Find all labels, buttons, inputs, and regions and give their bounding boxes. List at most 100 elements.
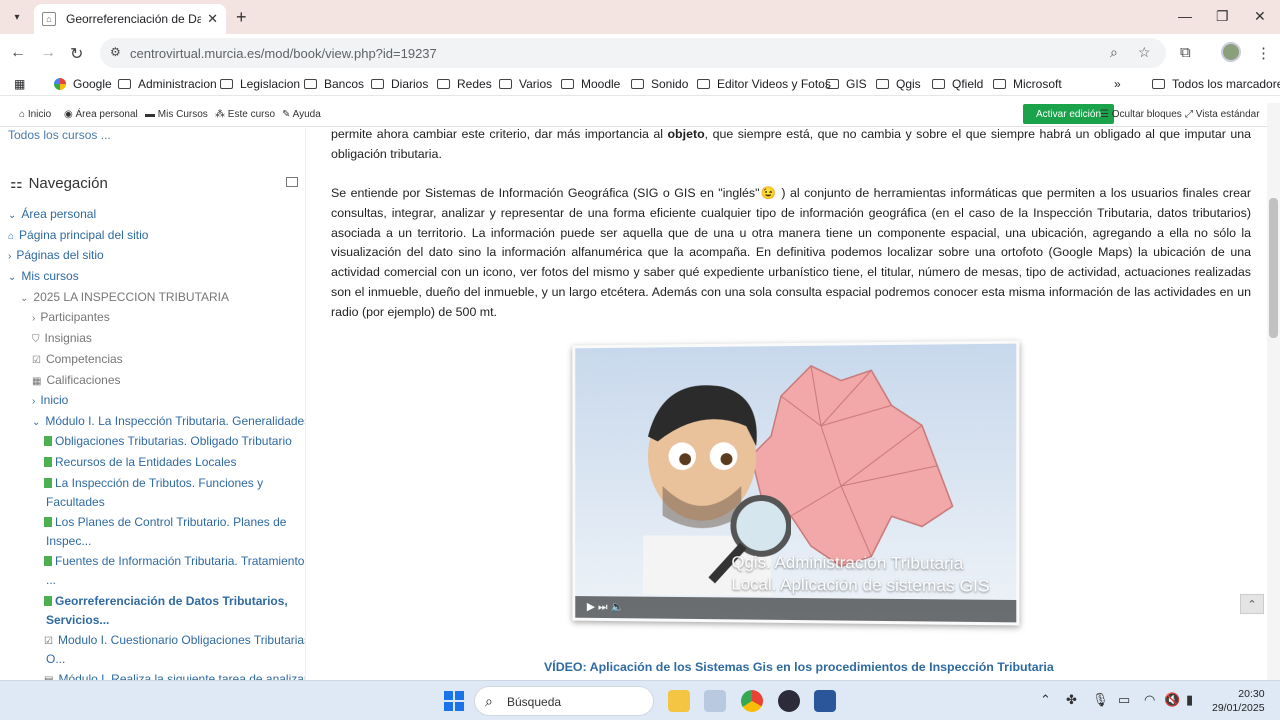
nav-inicio[interactable]: ⌂ Inicio [19,109,51,120]
sidebar-item-paginas-sitio[interactable]: › Páginas del sitio [8,248,104,262]
bookmark-sonido[interactable]: Sonido [631,77,688,91]
nav-este-curso[interactable]: ⁂ Este curso [215,109,275,120]
extensions-icon[interactable]: ⧉ [1180,44,1191,61]
tray-app-icon[interactable]: ✤ [1066,692,1077,708]
sidebar-item-inspeccion-tributos-cont[interactable]: Facultades [46,495,105,509]
bookmark-administracion[interactable]: Administracion [118,77,217,91]
sidebar-item-area-personal[interactable]: ⌄ Área personal [8,207,96,221]
bookmark-moodle[interactable]: Moodle [561,77,620,91]
sidebar-item-course[interactable]: ⌄ 2025 LA INSPECCION TRIBUTARIA [20,290,229,304]
windows-start-icon[interactable] [444,691,464,711]
page-scrollbar[interactable] [1267,103,1280,680]
sidebar-item-georreferenciacion-cont[interactable]: Servicios... [46,613,109,627]
nav-mis-cursos[interactable]: ▬ Mis Cursos [145,109,208,120]
page-favicon-icon: ⌂ [42,12,56,26]
bookmark-bancos[interactable]: Bancos [304,77,364,91]
system-clock[interactable]: 20:30 29/01/2025 [1212,687,1265,715]
vista-estandar-button[interactable]: ⤢ Vista estándar [1185,109,1260,120]
sidebar-item-planes-control[interactable]: Los Planes de Control Tributario. Planes… [44,515,286,529]
ocultar-bloques-button[interactable]: ☰ Ocultar bloques [1100,109,1182,120]
google-icon [54,78,66,90]
tab-search-icon[interactable]: ▾ [6,7,28,27]
sidebar-item-calificaciones[interactable]: ▦ Calificaciones [32,373,121,387]
all-bookmarks[interactable]: Todos los marcadores [1152,77,1280,91]
sidebar-item-planes-control-cont[interactable]: Inspec... [46,534,91,548]
tab-close-icon[interactable]: ✕ [207,11,218,27]
sidebar-item-competencias[interactable]: ☑ Competencias [32,352,123,366]
recorder-icon[interactable] [778,690,800,712]
wifi-icon[interactable]: ◠ [1144,692,1155,708]
active-tab[interactable]: ⌂ Georreferenciación de Datos Tributario… [34,4,226,34]
scrollbar-thumb[interactable] [1269,198,1278,338]
tab-strip: ▾ ⌂ Georreferenciación de Datos Tributar… [0,0,1280,34]
nav-area-personal[interactable]: ◉ Área personal [64,109,138,120]
apps-icon[interactable]: ▦ [14,77,25,91]
address-bar[interactable]: ⚙ centrovirtual.murcia.es/mod/book/view.… [100,38,1166,68]
more-bookmarks-icon[interactable]: » [1114,77,1121,91]
bookmark-varios[interactable]: Varios [499,77,552,91]
file-explorer-icon[interactable] [668,690,690,712]
snipping-tool-icon[interactable] [704,690,726,712]
taskbar-search[interactable]: ⌕ Búsqueda [474,686,654,716]
profile-avatar[interactable] [1221,42,1241,62]
bookmark-legislacion[interactable]: Legislacion [220,77,300,91]
bookmark-diarios[interactable]: Diarios [371,77,428,91]
video-player[interactable]: Qgis. Administración Tributaria Local. Ap… [572,341,1019,626]
sidebar-item-recursos[interactable]: Recursos de la Entidades Locales [44,455,236,469]
folder-icon [876,79,889,89]
sidebar-item-modulo-1[interactable]: ⌄ Módulo I. La Inspección Tributaria. Gen… [32,414,306,428]
sidebar-item-pagina-principal[interactable]: ⌂ Página principal del sitio [8,228,148,242]
sidebar-item-inspeccion-tributos[interactable]: La Inspección de Tributos. Funciones y [44,476,263,490]
sidebar-item-cuestionario-cont[interactable]: O... [46,652,65,666]
folder-icon [304,79,317,89]
site-info-icon[interactable]: ⚙ [110,45,121,59]
menu-icon[interactable]: ⋮ [1256,44,1271,62]
sidebar-item-insignias[interactable]: ⛉ Insignias [32,331,92,345]
volume-icon[interactable]: 🔇 [1164,692,1180,708]
folder-icon [697,79,710,89]
word-icon[interactable] [814,690,836,712]
tray-chevron-icon[interactable]: ⌃ [1040,692,1051,708]
bookmark-microsoft[interactable]: Microsoft [993,77,1062,91]
url-text[interactable]: centrovirtual.murcia.es/mod/book/view.ph… [130,46,437,61]
window-close-icon[interactable]: ✕ [1254,8,1266,25]
nav-ayuda[interactable]: ✎ Ayuda [282,109,321,120]
bookmark-qgis[interactable]: Qgis [876,77,921,91]
bookmark-editor[interactable]: Editor Videos y Fotos [697,77,831,91]
sidebar-item-tarea[interactable]: ▤Módulo I. Realiza la siguiente tarea de… [44,672,306,680]
sidebar-item-georreferenciacion[interactable]: Georreferenciación de Datos Tributarios, [44,594,288,608]
bookmark-google[interactable]: Google [54,77,112,91]
forward-icon[interactable]: → [40,44,56,62]
bookmark-star-icon[interactable]: ☆ [1138,44,1151,61]
play-icon[interactable]: ▶ ⏭ 🔈 [587,600,624,614]
all-courses-link[interactable]: Todos los cursos ... [8,128,111,142]
sidebar-item-obligaciones[interactable]: Obligaciones Tributarias. Obligado Tribu… [44,434,292,448]
restore-icon[interactable]: ❐ [1216,8,1229,25]
folder-icon [437,79,450,89]
keyboard-icon[interactable]: ▭ [1118,692,1130,708]
battery-icon[interactable]: ▮ [1186,692,1193,708]
zoom-icon[interactable]: ⌕ [1110,44,1118,61]
sidebar-item-fuentes-cont[interactable]: ... [46,573,56,587]
chrome-icon[interactable] [741,690,763,712]
collapse-block-icon[interactable] [286,177,298,187]
bookmark-redes[interactable]: Redes [437,77,492,91]
sidebar-item-participantes[interactable]: › Participantes [32,310,110,324]
microphone-icon[interactable]: 🎙 [1092,692,1109,708]
minimize-icon[interactable]: — [1178,8,1192,24]
sidebar-item-mis-cursos[interactable]: ⌄ Mis cursos [8,269,79,283]
reload-icon[interactable]: ↻ [70,44,83,64]
bookmark-qfield[interactable]: Qfield [932,77,983,91]
video-caption: Qgis. Administración Tributaria Local. Ap… [731,552,989,598]
bookmarks-bar: ▦ Google Administracion Legislacion Banc… [0,72,1280,96]
folder-icon [826,79,839,89]
video-title[interactable]: VÍDEO: Aplicación de los Sistemas Gis en… [544,660,1054,674]
sidebar-item-cuestionario[interactable]: ☑ Modulo I. Cuestionario Obligaciones Tri… [44,633,306,647]
back-icon[interactable]: ← [10,44,26,62]
sidebar-item-fuentes[interactable]: Fuentes de Información Tributaria. Trata… [44,554,306,568]
new-tab-button[interactable]: + [236,7,247,28]
sidebar-item-inicio[interactable]: › Inicio [32,393,68,407]
book-icon [44,478,52,488]
bookmark-gis[interactable]: GIS [826,77,867,91]
scroll-to-top-button[interactable]: ⌃ [1240,594,1264,614]
